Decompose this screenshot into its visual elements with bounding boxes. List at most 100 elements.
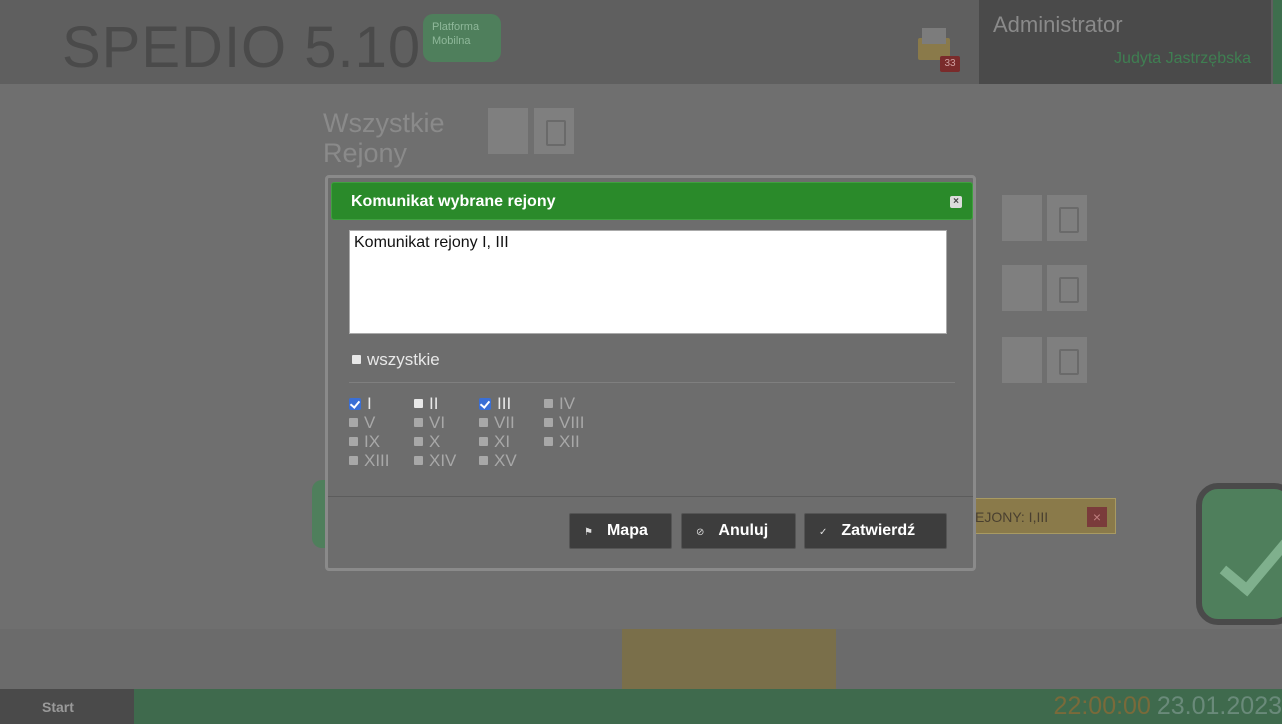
checkbox-icon	[479, 456, 488, 466]
region-toggle-box[interactable]	[1002, 337, 1042, 383]
checkbox-icon	[414, 437, 423, 447]
dialog-footer-divider	[328, 496, 973, 497]
region-checkbox-v: V	[349, 413, 414, 432]
checkbox-icon	[544, 399, 553, 409]
user-box[interactable]: Administrator Judyta Jastrzębska	[979, 0, 1271, 84]
area-title-line-2: Rejony	[323, 138, 408, 168]
region-label: XIII	[364, 451, 390, 470]
user-accent-strip	[1273, 0, 1282, 84]
region-checkbox-xiv: XIV	[414, 451, 479, 470]
cancel-button-label: Anuluj	[718, 522, 769, 539]
user-name: Judyta Jastrzębska	[1114, 50, 1251, 67]
badge-line-2: Mobilna	[432, 35, 471, 47]
flag-icon: ⚑	[584, 527, 593, 538]
checkbox-icon	[414, 456, 423, 466]
cancel-icon: ⊘	[696, 527, 705, 538]
dialog-header[interactable]: Komunikat wybrane rejony ×	[331, 182, 973, 220]
selected-regions-text: EJONY: I,III	[975, 509, 1049, 525]
document-icon[interactable]	[534, 108, 574, 154]
message-textarea[interactable]: Komunikat rejony I, III	[349, 230, 947, 334]
region-row: IX X XI XII	[349, 432, 649, 451]
clock-time: 22:00:00	[1053, 692, 1151, 720]
confirm-button-label: Zatwierdź	[841, 522, 916, 539]
region-checkbox-xv: XV	[479, 451, 544, 470]
checkbox-icon	[349, 418, 358, 428]
region-toggle-box[interactable]	[1002, 265, 1042, 311]
region-checkbox-xi: XI	[479, 432, 544, 451]
confirm-check-icon[interactable]	[1196, 483, 1282, 625]
region-label: IV	[559, 394, 576, 413]
select-all-checkbox[interactable]: wszystkie	[352, 350, 440, 370]
region-label: V	[364, 413, 376, 432]
region-label: II	[429, 394, 439, 413]
checkbox-icon	[352, 355, 361, 365]
badge-line-1: Platforma	[432, 21, 480, 33]
region-label: X	[429, 432, 441, 451]
mail-count-badge: 33	[940, 56, 960, 72]
clock: 22:00:00 23.01.2023	[1054, 689, 1282, 724]
region-checkbox-xiii: XIII	[349, 451, 414, 470]
checkbox-icon	[349, 456, 358, 466]
app-brand: SPEDIO 5.10	[62, 15, 422, 80]
region-checkbox-viii: VIII	[544, 413, 609, 432]
document-icon[interactable]	[1047, 337, 1087, 383]
remove-tag-icon[interactable]: ×	[1087, 507, 1107, 527]
confirm-button[interactable]: ✓ Zatwierdź	[804, 513, 947, 549]
region-checkbox-grid: I II III IV V VI VII VIII IX X XI XII XIII XIV XV	[349, 394, 649, 470]
region-label: IX	[364, 432, 381, 451]
selected-regions-tag: EJONY: I,III ×	[966, 498, 1116, 534]
region-label: XV	[494, 451, 517, 470]
area-title: Wszystkie Rejony	[323, 108, 445, 168]
map-button-label: Mapa	[606, 522, 648, 539]
divider	[349, 382, 955, 383]
region-checkbox-iii[interactable]: III	[479, 394, 544, 413]
region-row: V VI VII VIII	[349, 413, 649, 432]
checkbox-icon	[349, 397, 361, 410]
region-checkbox-ix: IX	[349, 432, 414, 451]
platform-badge[interactable]: Platforma Mobilna	[423, 14, 501, 62]
checkbox-icon	[479, 397, 491, 410]
dialog-title: Komunikat wybrane rejony	[351, 193, 556, 210]
area-title-line-1: Wszystkie	[323, 108, 445, 138]
user-role: Administrator	[993, 12, 1123, 37]
region-label: III	[497, 394, 512, 413]
top-bar: SPEDIO 5.10 Platforma Mobilna 33 Adminis…	[0, 0, 1282, 84]
region-label: XII	[559, 432, 580, 451]
region-checkbox-vi: VI	[414, 413, 479, 432]
region-label: I	[367, 394, 372, 413]
area-toggle-box[interactable]	[488, 108, 528, 154]
region-checkbox-ii[interactable]: II	[414, 394, 479, 413]
region-label: XIV	[429, 451, 457, 470]
region-row: XIII XIV XV	[349, 451, 649, 470]
region-checkbox-x: X	[414, 432, 479, 451]
mail-icon[interactable]: 33	[916, 28, 960, 72]
map-button[interactable]: ⚑ Mapa	[569, 513, 672, 549]
cancel-button[interactable]: ⊘ Anuluj	[681, 513, 796, 549]
region-checkbox-vii: VII	[479, 413, 544, 432]
checkbox-icon	[479, 418, 488, 428]
checkbox-icon	[349, 437, 358, 447]
checkbox-icon	[544, 418, 553, 428]
checkbox-icon	[414, 418, 423, 428]
checkbox-icon	[479, 437, 488, 447]
select-all-label: wszystkie	[367, 350, 440, 369]
check-icon: ✓	[819, 527, 828, 538]
taskbar: Start 22:00:00 23.01.2023	[0, 689, 1282, 724]
bottom-highlight-block[interactable]	[622, 629, 836, 689]
region-checkbox-xii: XII	[544, 432, 609, 451]
checkbox-icon	[414, 399, 423, 409]
close-icon[interactable]: ×	[950, 196, 962, 208]
region-label: VIII	[559, 413, 585, 432]
region-label: XI	[494, 432, 511, 451]
clock-date: 23.01.2023	[1156, 692, 1282, 720]
region-label: VII	[494, 413, 515, 432]
document-icon[interactable]	[1047, 265, 1087, 311]
region-toggle-box[interactable]	[1002, 195, 1042, 241]
start-button[interactable]: Start	[0, 689, 134, 724]
region-checkbox-iv: IV	[544, 394, 609, 413]
region-message-dialog: Komunikat wybrane rejony × Komunikat rej…	[325, 175, 976, 571]
region-checkbox-i[interactable]: I	[349, 394, 414, 413]
document-icon[interactable]	[1047, 195, 1087, 241]
checkbox-icon	[544, 437, 553, 447]
region-row: I II III IV	[349, 394, 649, 413]
